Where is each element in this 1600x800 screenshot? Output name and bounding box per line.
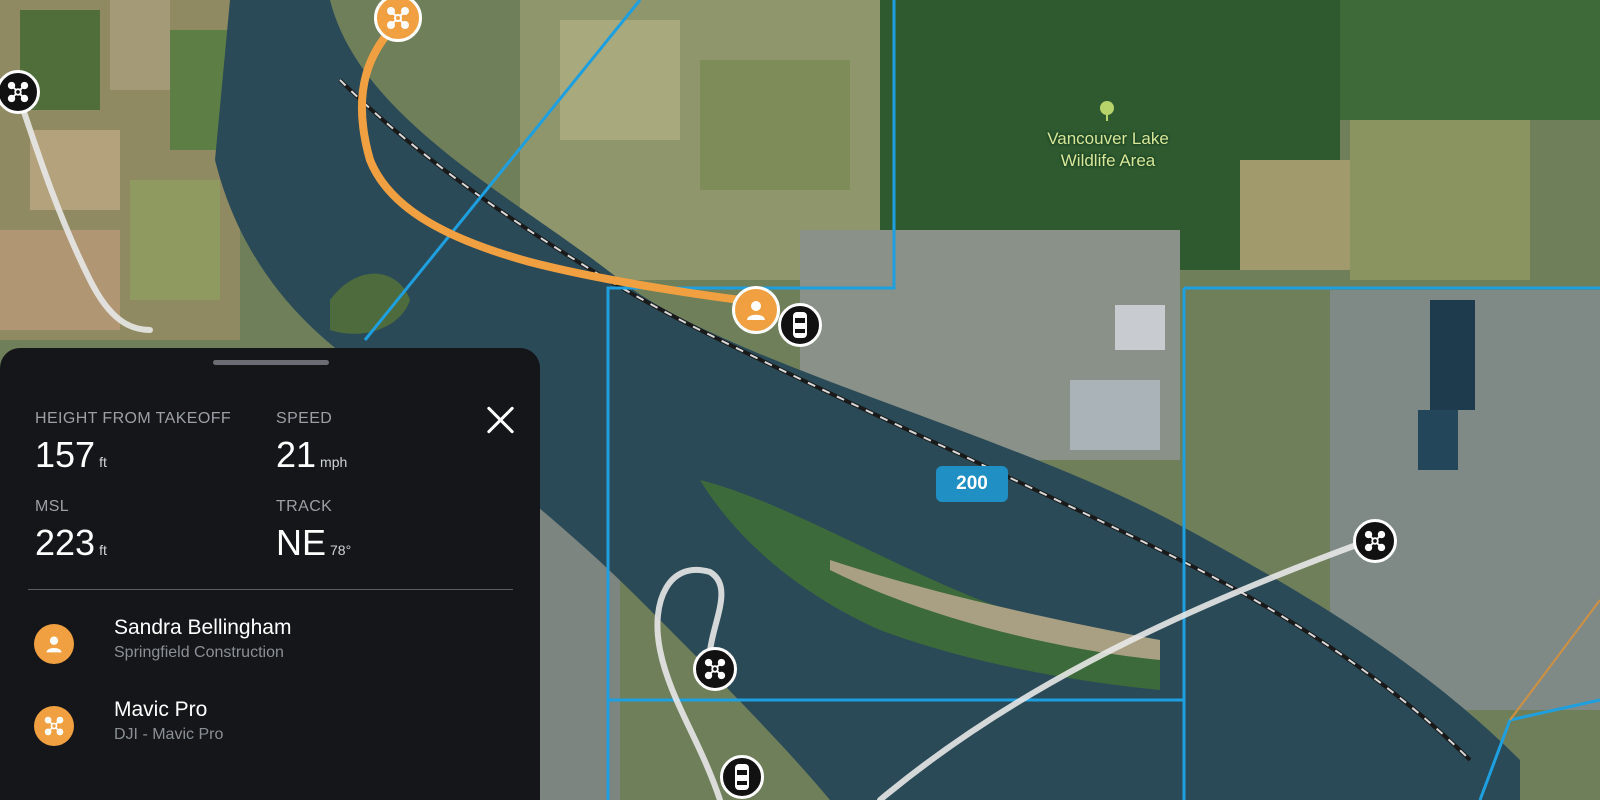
- stat-number: 223: [35, 522, 96, 563]
- pilot-list-item[interactable]: Sandra Bellingham Springfield Constructi…: [34, 616, 514, 676]
- stat-speed: SPEED 21 mph: [276, 410, 347, 476]
- panel-drag-handle[interactable]: [213, 360, 329, 365]
- field: [0, 230, 120, 330]
- pilot-marker[interactable]: [732, 286, 780, 334]
- flight-info-panel: HEIGHT FROM TAKEOFF 157 ft SPEED 21 mph MS…: [0, 348, 540, 800]
- field: [700, 60, 850, 190]
- vehicle-marker[interactable]: [778, 303, 822, 347]
- water-reservoir: [1418, 410, 1458, 470]
- aircraft-name: Mavic Pro: [114, 698, 208, 721]
- stat-number: 21: [276, 434, 317, 475]
- stat-height: HEIGHT FROM TAKEOFF 157 ft: [35, 410, 231, 476]
- stat-unit: 78°: [330, 542, 352, 558]
- stat-value: 223 ft: [35, 522, 107, 564]
- field: [130, 180, 220, 300]
- field: [560, 20, 680, 140]
- stat-label: TRACK: [276, 498, 333, 515]
- stat-value: 21 mph: [276, 434, 347, 476]
- stat-label: MSL: [35, 498, 70, 515]
- stat-label: SPEED: [276, 410, 333, 427]
- drone-icon: [1364, 530, 1386, 552]
- drone-icon: [387, 7, 409, 29]
- place-label: Vancouver Lake Wildlife Area: [1018, 128, 1198, 172]
- avatar: [34, 706, 74, 746]
- vehicle-icon: [735, 764, 749, 790]
- person-icon: [747, 301, 765, 320]
- stat-msl: MSL 223 ft: [35, 498, 107, 564]
- building: [1070, 380, 1160, 450]
- field: [110, 0, 170, 90]
- altitude-grid-label[interactable]: 200: [936, 466, 1008, 502]
- stat-track: TRACK NE 78°: [276, 498, 351, 564]
- vehicle-icon: [793, 312, 807, 338]
- tree-icon: [1098, 100, 1116, 127]
- stat-number: 157: [35, 434, 96, 475]
- place-name-line2: Wildlife Area: [1060, 151, 1156, 170]
- divider: [28, 589, 513, 590]
- close-button[interactable]: [480, 400, 520, 440]
- water-reservoir: [1430, 300, 1475, 410]
- vehicle-marker[interactable]: [720, 755, 764, 799]
- stat-label: HEIGHT FROM TAKEOFF: [35, 410, 232, 427]
- pilot-organization: Springfield Construction: [114, 644, 284, 661]
- stat-unit: ft: [99, 454, 107, 470]
- forest: [1340, 0, 1600, 120]
- aircraft-model: DJI - Mavic Pro: [114, 726, 224, 743]
- stat-unit: mph: [320, 454, 348, 470]
- aircraft-list-item[interactable]: Mavic Pro DJI - Mavic Pro: [34, 698, 514, 758]
- stat-value: NE 78°: [276, 522, 351, 564]
- drone-marker[interactable]: [693, 647, 737, 691]
- building: [1115, 305, 1165, 350]
- person-icon: [46, 636, 62, 653]
- drone-icon: [44, 716, 64, 736]
- stat-unit: ft: [99, 542, 107, 558]
- place-name-line1: Vancouver Lake: [1047, 129, 1169, 148]
- field: [1240, 160, 1350, 270]
- avatar: [34, 624, 74, 664]
- drone-icon: [7, 81, 29, 103]
- pilot-name: Sandra Bellingham: [114, 616, 292, 639]
- drone-icon: [704, 658, 726, 680]
- field: [1350, 120, 1530, 280]
- stat-value: 157 ft: [35, 434, 231, 476]
- drone-marker[interactable]: [1353, 519, 1397, 563]
- stat-number: NE: [276, 522, 327, 563]
